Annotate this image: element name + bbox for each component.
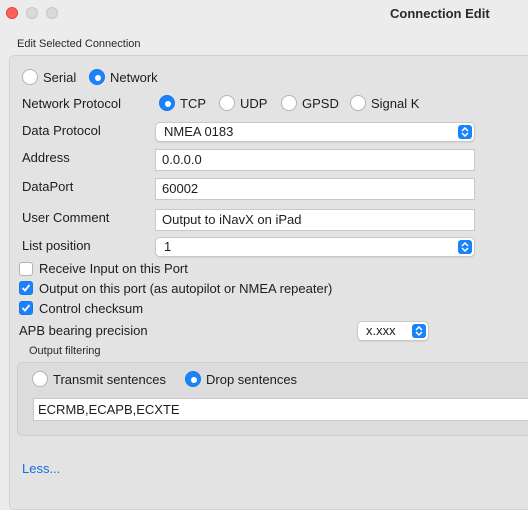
chevron-updown-icon [412,324,426,338]
chevron-updown-icon [458,240,472,254]
network-protocol-label: Network Protocol [22,96,121,111]
control-checksum-checkbox[interactable] [19,301,33,315]
output-filtering-label: Output filtering [29,345,101,357]
network-radio[interactable] [89,69,105,85]
udp-label[interactable]: UDP [240,96,267,111]
zoom-window-button[interactable] [46,7,58,19]
list-position-select[interactable]: 1 [155,237,475,257]
tcp-label[interactable]: TCP [180,96,206,111]
serial-label[interactable]: Serial [43,70,76,85]
apb-precision-label: APB bearing precision [19,323,148,338]
drop-sentences-radio[interactable] [185,371,201,387]
list-position-label: List position [22,238,91,253]
less-link[interactable]: Less... [22,461,60,476]
section-label: Edit Selected Connection [17,38,141,50]
gpsd-radio[interactable] [281,95,297,111]
output-port-checkbox[interactable] [19,281,33,295]
udp-radio[interactable] [219,95,235,111]
data-protocol-label: Data Protocol [22,123,101,138]
receive-input-checkbox[interactable] [19,262,33,276]
data-protocol-select[interactable]: NMEA 0183 [155,122,475,142]
data-protocol-value: NMEA 0183 [164,124,234,139]
apb-precision-select[interactable]: x.xxx [357,321,429,341]
address-field[interactable]: 0.0.0.0 [155,149,475,171]
tcp-radio[interactable] [159,95,175,111]
drop-sentences-label[interactable]: Drop sentences [206,372,297,387]
sentences-field[interactable]: ECRMB,ECAPB,ECXTE [33,398,528,421]
list-position-value: 1 [164,239,172,254]
window-title: Connection Edit [390,6,490,21]
address-label: Address [22,150,70,165]
serial-radio[interactable] [22,69,38,85]
transmit-sentences-label[interactable]: Transmit sentences [53,372,166,387]
apb-precision-value: x.xxx [366,323,396,338]
title-bar: Connection Edit [0,0,528,28]
user-comment-label: User Comment [22,210,110,225]
minimize-window-button[interactable] [26,7,38,19]
gpsd-label[interactable]: GPSD [302,96,339,111]
transmit-sentences-radio[interactable] [32,371,48,387]
output-port-label[interactable]: Output on this port (as autopilot or NME… [39,281,332,296]
signalk-label[interactable]: Signal K [371,96,419,111]
signalk-radio[interactable] [350,95,366,111]
receive-input-label[interactable]: Receive Input on this Port [39,261,188,276]
control-checksum-label[interactable]: Control checksum [39,301,143,316]
dataport-label: DataPort [22,179,74,194]
close-window-button[interactable] [6,7,18,19]
chevron-updown-icon [458,125,472,139]
network-label[interactable]: Network [110,70,158,85]
user-comment-field[interactable]: Output to iNavX on iPad [155,209,475,231]
dataport-field[interactable]: 60002 [155,178,475,200]
